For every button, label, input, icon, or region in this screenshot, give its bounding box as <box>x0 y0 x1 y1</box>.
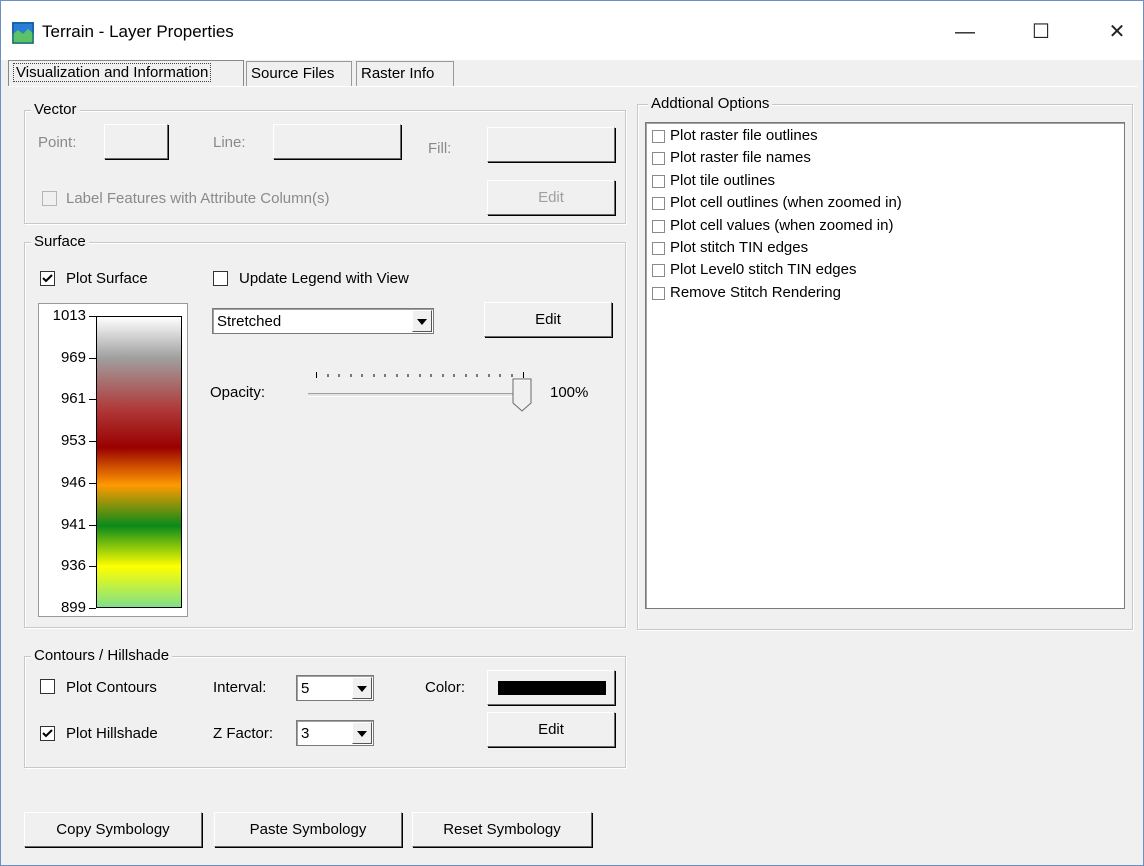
option-label: Plot cell outlines (when zoomed in) <box>670 194 902 212</box>
option-checkbox[interactable] <box>652 197 665 211</box>
legend-tick-mark <box>89 608 96 609</box>
opacity-value: 100% <box>550 384 589 401</box>
option-checkbox[interactable] <box>652 286 665 300</box>
vector-group-label: Vector <box>31 101 80 118</box>
additional-options-list: Plot raster file outlines Plot raster fil… <box>645 122 1125 609</box>
option-checkbox[interactable] <box>652 242 665 255</box>
additional-options-label: Addtional Options <box>648 95 773 112</box>
zfactor-select[interactable]: 3 <box>296 720 374 746</box>
plot-contours-checkbox[interactable] <box>40 679 55 694</box>
legend-tick-label: 1013 <box>52 307 86 324</box>
legend-tick-label: 953 <box>60 432 86 450</box>
render-mode-value: Stretched <box>217 313 282 330</box>
zfactor-label: Z Factor: <box>213 725 274 742</box>
legend-tick-mark <box>89 441 96 443</box>
update-legend-checkbox[interactable] <box>213 271 228 286</box>
plot-hillshade-checkbox[interactable] <box>40 726 55 741</box>
surface-group-label: Surface <box>31 233 89 250</box>
chevron-down-icon[interactable] <box>352 677 372 699</box>
opacity-label: Opacity: <box>210 384 266 401</box>
contour-color-button[interactable] <box>487 670 615 705</box>
vector-edit-button[interactable]: Edit <box>487 180 615 215</box>
legend-tick-label: 969 <box>60 348 86 366</box>
tab-source-files[interactable]: Source Files <box>246 61 352 87</box>
legend-tick-mark <box>89 399 96 401</box>
label-features-checkbox[interactable] <box>42 191 57 206</box>
opacity-slider-thumb[interactable] <box>512 378 532 412</box>
legend-tick-label: 961 <box>60 390 86 408</box>
option-label: Plot raster file outlines <box>670 127 818 144</box>
tab-raster-info[interactable]: Raster Info <box>356 61 454 87</box>
contours-edit-button[interactable]: Edit <box>487 712 615 747</box>
line-label: Line: <box>213 134 246 151</box>
plot-surface-label: Plot Surface <box>66 270 148 287</box>
check-icon <box>42 729 53 738</box>
option-label: Plot stitch TIN edges <box>670 239 809 256</box>
window-title: Terrain - Layer Properties <box>42 22 234 41</box>
surface-edit-button[interactable]: Edit <box>484 302 612 337</box>
terrain-app-icon <box>12 22 34 44</box>
minimize-button[interactable]: — <box>942 12 988 52</box>
copy-symbology-button[interactable]: Copy Symbology <box>24 812 202 847</box>
plot-contours-label: Plot Contours <box>66 679 157 696</box>
point-symbol-button[interactable] <box>104 124 168 159</box>
tab-source-files-label: Source Files <box>251 65 335 82</box>
tab-visualization[interactable]: Visualization and Information <box>8 60 244 87</box>
line-symbol-button[interactable] <box>273 124 401 159</box>
legend-tick-label: 899 <box>60 599 86 616</box>
color-label: Color: <box>425 679 466 696</box>
label-features-label: Label Features with Attribute Column(s) <box>66 190 330 207</box>
render-mode-select[interactable]: Stretched <box>212 308 434 334</box>
reset-symbology-button[interactable]: Reset Symbology <box>412 812 592 847</box>
fill-label: Fill: <box>428 140 452 157</box>
option-checkbox[interactable] <box>652 130 665 143</box>
legend-tick-mark <box>89 316 96 317</box>
maximize-button[interactable]: ☐ <box>1018 12 1064 52</box>
option-checkbox[interactable] <box>652 219 665 233</box>
legend-tick-mark <box>89 482 96 484</box>
color-ramp <box>96 316 182 608</box>
contour-color-swatch <box>498 681 606 695</box>
option-label: Plot cell values (when zoomed in) <box>670 216 894 234</box>
legend-tick-label: 936 <box>60 557 86 575</box>
interval-select[interactable]: 5 <box>296 675 374 701</box>
plot-surface-checkbox[interactable] <box>40 271 55 286</box>
tab-visualization-label: Visualization and Information <box>13 63 212 82</box>
option-checkbox[interactable] <box>652 152 665 166</box>
option-checkbox[interactable] <box>652 174 665 188</box>
slider-ticks <box>316 372 524 378</box>
legend-tick-label: 946 <box>60 473 86 491</box>
interval-value: 5 <box>301 680 310 697</box>
legend-tick-mark <box>89 357 96 359</box>
option-checkbox[interactable] <box>652 264 665 278</box>
close-button[interactable]: ✕ <box>1094 12 1140 52</box>
option-label: Plot tile outlines <box>670 171 776 189</box>
option-label: Plot Level0 stitch TIN edges <box>670 261 857 279</box>
point-label: Point: <box>38 134 77 151</box>
contours-group-label: Contours / Hillshade <box>31 647 173 664</box>
interval-label: Interval: <box>213 679 267 696</box>
check-icon <box>42 274 53 283</box>
plot-hillshade-label: Plot Hillshade <box>66 725 158 742</box>
option-label: Remove Stitch Rendering <box>670 283 841 301</box>
fill-symbol-button[interactable] <box>487 127 615 162</box>
zfactor-value: 3 <box>301 725 310 742</box>
legend-tick-label: 941 <box>60 515 86 533</box>
tab-raster-info-label: Raster Info <box>361 65 435 82</box>
chevron-down-icon[interactable] <box>352 722 372 744</box>
legend-tick-mark <box>89 566 96 568</box>
paste-symbology-button[interactable]: Paste Symbology <box>214 812 402 847</box>
update-legend-label: Update Legend with View <box>239 270 409 287</box>
option-label: Plot raster file names <box>670 149 811 167</box>
chevron-down-icon[interactable] <box>412 310 432 332</box>
legend-tick-mark <box>89 524 96 526</box>
opacity-slider-track[interactable] <box>308 393 530 397</box>
title-bar: Terrain - Layer Properties — ☐ ✕ <box>0 0 1144 60</box>
